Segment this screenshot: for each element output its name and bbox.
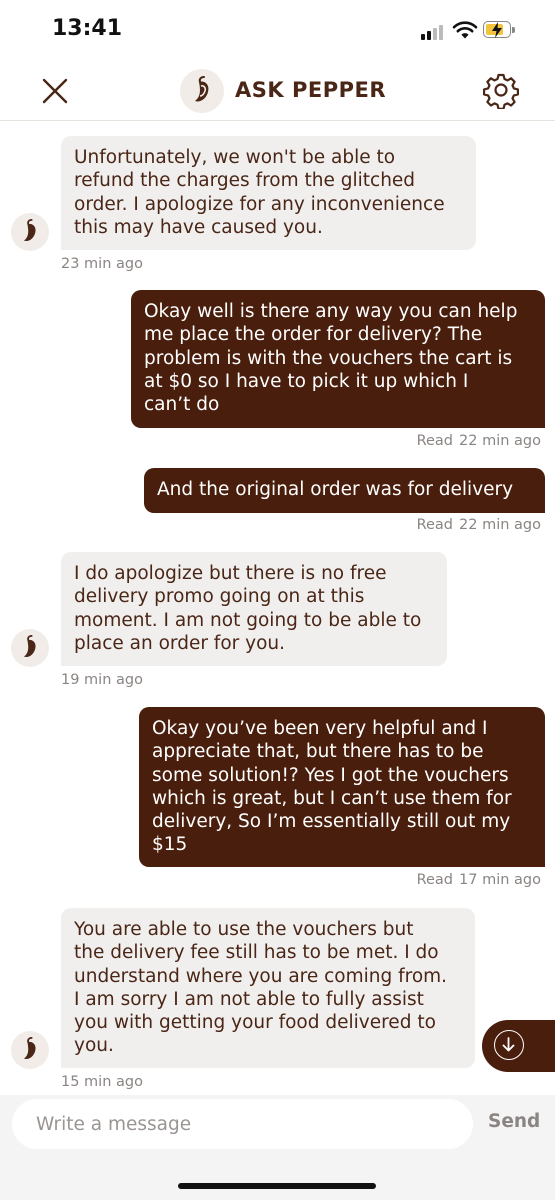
gear-icon[interactable] bbox=[482, 71, 520, 109]
message-composer: Send bbox=[0, 1095, 555, 1200]
close-icon[interactable] bbox=[38, 74, 72, 108]
agent-avatar bbox=[11, 1031, 49, 1069]
message-input[interactable] bbox=[12, 1099, 473, 1149]
agent-message: You are able to use the vouchers but the… bbox=[61, 908, 475, 1068]
read-label: Read bbox=[416, 872, 454, 888]
message-read-status: Read 22 min ago bbox=[417, 517, 541, 533]
send-button[interactable]: Send bbox=[488, 1111, 540, 1132]
agent-avatar bbox=[11, 629, 49, 667]
chili-pepper-icon bbox=[180, 69, 224, 113]
message-read-status: Read 22 min ago bbox=[417, 433, 541, 449]
scroll-to-bottom-button[interactable] bbox=[482, 1020, 555, 1072]
agent-message: Unfortunately, we won't be able to refun… bbox=[61, 136, 476, 250]
chat-header: ASK PEPPER bbox=[0, 62, 555, 121]
wifi-icon bbox=[452, 21, 478, 39]
message-timestamp: 22 min ago bbox=[459, 433, 541, 449]
home-indicator bbox=[178, 1183, 376, 1189]
cellular-signal-icon bbox=[421, 24, 447, 40]
message-timestamp: 17 min ago bbox=[459, 872, 541, 888]
read-label: Read bbox=[416, 517, 454, 533]
message-read-status: Read 17 min ago bbox=[417, 872, 541, 888]
message-timestamp: 15 min ago bbox=[61, 1074, 143, 1090]
agent-message: I do apologize but there is no free deli… bbox=[61, 552, 447, 666]
message-timestamp: 19 min ago bbox=[61, 672, 143, 688]
status-time: 13:41 bbox=[52, 16, 123, 41]
read-label: Read bbox=[416, 433, 454, 449]
user-message: Okay you’ve been very helpful and I appr… bbox=[139, 707, 545, 867]
page-title: ASK PEPPER bbox=[235, 78, 386, 102]
battery-charging-icon bbox=[483, 21, 517, 40]
agent-avatar bbox=[11, 213, 49, 251]
user-message: Okay well is there any way you can help … bbox=[131, 290, 545, 428]
message-list[interactable]: Unfortunately, we won't be able to refun… bbox=[0, 121, 555, 1095]
message-timestamp: 23 min ago bbox=[61, 256, 143, 272]
status-bar: 13:41 bbox=[0, 0, 555, 62]
user-message: And the original order was for delivery bbox=[144, 468, 545, 513]
message-timestamp: 22 min ago bbox=[459, 517, 541, 533]
arrow-down-circle-icon bbox=[494, 1030, 524, 1060]
